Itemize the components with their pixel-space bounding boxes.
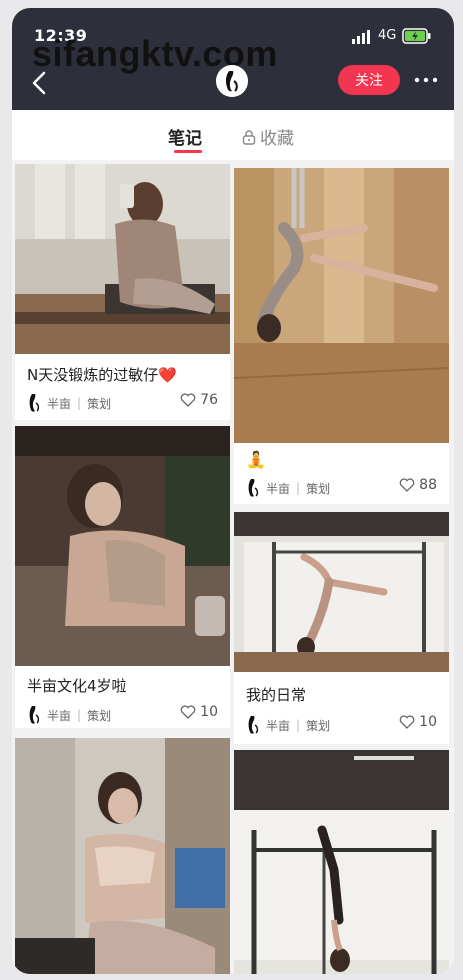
tab-collections-label: 收藏	[260, 129, 294, 149]
battery-icon	[402, 28, 431, 44]
author-name: 半亩	[47, 708, 72, 723]
note-photo	[15, 426, 230, 666]
like-count: 10	[200, 704, 218, 720]
author-name: 半亩	[266, 718, 291, 733]
avatar-logo-icon	[216, 65, 248, 97]
note-photo	[234, 750, 449, 974]
note-photo	[15, 738, 230, 974]
heart-icon	[399, 478, 415, 492]
like-button[interactable]: 10	[399, 714, 437, 730]
note-photo	[234, 168, 449, 443]
note-author: 半亩 | 策划	[27, 393, 111, 413]
like-button[interactable]: 76	[180, 392, 218, 408]
note-title: 我的日常	[246, 686, 307, 704]
note-photo	[234, 512, 449, 672]
top-bar: 12:39 4G sifangktv.com 关注	[12, 8, 454, 110]
note-photo	[15, 164, 230, 354]
note-title: 半亩文化4岁啦	[27, 677, 127, 695]
profile-avatar[interactable]	[216, 65, 248, 97]
note-card[interactable]	[15, 738, 230, 974]
heart-icon	[180, 705, 196, 719]
signal-icon	[352, 30, 370, 44]
note-card[interactable]: N天没锻炼的过敏仔❤️ 半亩 | 策划 76	[15, 164, 230, 420]
tab-bar: 笔记 收藏	[12, 110, 454, 160]
author-name: 半亩	[266, 481, 291, 496]
active-tab-indicator	[174, 150, 202, 153]
note-card[interactable]: 半亩文化4岁啦 半亩 | 策划 10	[15, 426, 230, 728]
author-avatar-icon	[29, 706, 40, 724]
note-card[interactable]	[234, 750, 449, 974]
note-title: N天没锻炼的过敏仔❤️	[27, 366, 177, 384]
more-options-icon[interactable]	[409, 68, 443, 92]
like-count: 76	[200, 392, 218, 408]
like-button[interactable]: 10	[180, 704, 218, 720]
note-card[interactable]: 🧘 半亩 | 策划 88	[234, 168, 449, 504]
author-avatar-icon	[29, 394, 40, 412]
note-author: 半亩 | 策划	[246, 715, 330, 735]
network-label: 4G	[378, 28, 397, 43]
author-tag: 策划	[87, 396, 112, 411]
note-author: 半亩 | 策划	[246, 478, 330, 498]
author-tag: 策划	[306, 718, 331, 733]
note-card[interactable]: 我的日常 半亩 | 策划 10	[234, 512, 449, 744]
note-emoji: 🧘	[246, 450, 266, 469]
back-button[interactable]	[26, 68, 52, 98]
heart-icon	[399, 715, 415, 729]
author-avatar-icon	[248, 479, 259, 497]
lock-icon	[242, 129, 256, 145]
like-count: 88	[419, 477, 437, 493]
tab-collections[interactable]: 收藏	[242, 124, 294, 149]
heart-icon	[180, 393, 196, 407]
like-button[interactable]: 88	[399, 477, 437, 493]
notes-feed[interactable]: N天没锻炼的过敏仔❤️ 半亩 | 策划 76 🧘 半亩 | 策划 88 半亩文化…	[12, 160, 454, 974]
author-avatar-icon	[248, 716, 259, 734]
author-tag: 策划	[87, 708, 112, 723]
author-name: 半亩	[47, 396, 72, 411]
tab-notes[interactable]: 笔记	[168, 124, 202, 149]
follow-button[interactable]: 关注	[338, 65, 400, 95]
like-count: 10	[419, 714, 437, 730]
app-screen: 12:39 4G sifangktv.com 关注 笔记 收藏 N天没锻炼的过敏…	[12, 8, 454, 974]
note-author: 半亩 | 策划	[27, 705, 111, 725]
author-tag: 策划	[306, 481, 331, 496]
